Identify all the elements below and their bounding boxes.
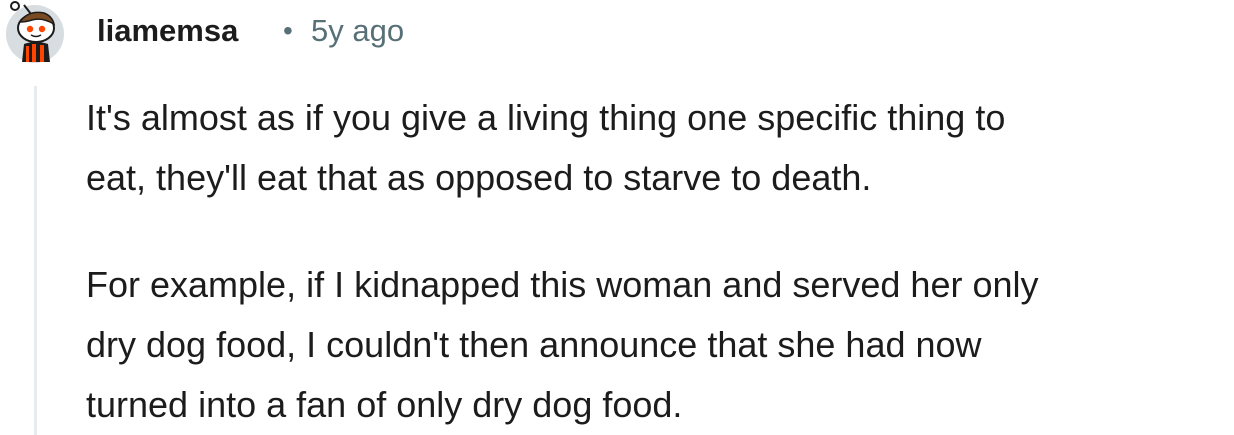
author-username-link[interactable]: liamemsa — [97, 12, 238, 50]
meta-separator: • — [283, 15, 293, 46]
comment-timestamp[interactable]: 5y ago — [311, 12, 404, 50]
avatar-icon[interactable] — [2, 0, 68, 64]
comment-body: It's almost as if you give a living thin… — [86, 88, 1232, 435]
comment-paragraph-2: For example, if I kidnapped this woman a… — [86, 264, 1039, 425]
comment-header: liamemsa • 5y ago — [0, 0, 1234, 64]
comment-paragraph-1: It's almost as if you give a living thin… — [86, 97, 1006, 198]
thread-collapse-line[interactable] — [34, 86, 37, 435]
comment: liamemsa • 5y ago It's almost as if you … — [0, 0, 1234, 435]
